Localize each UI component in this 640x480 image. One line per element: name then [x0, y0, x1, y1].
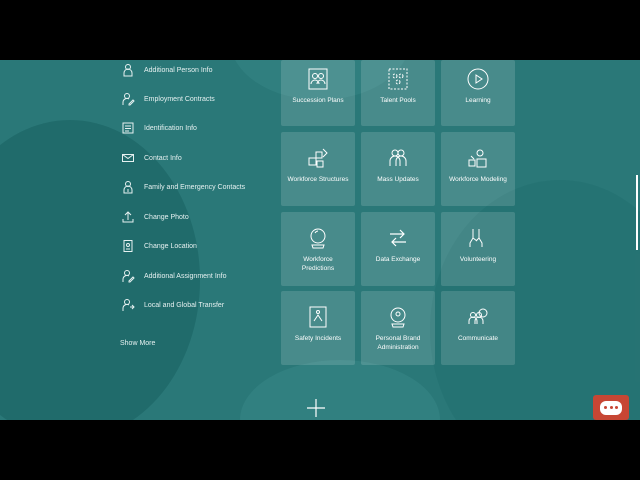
- personal-brand-icon: [386, 305, 410, 329]
- quick-action-label: Local and Global Transfer: [144, 301, 225, 309]
- chat-bubble-icon: [600, 400, 622, 415]
- tile-learning[interactable]: Learning: [441, 60, 515, 126]
- quick-action-label: Change Photo: [144, 213, 189, 221]
- tile-volunteering[interactable]: Volunteering: [441, 212, 515, 286]
- springboard-page: Additional Person Info Employment Contra…: [0, 60, 640, 420]
- tile-label: Succession Plans: [292, 97, 344, 104]
- upload-photo-icon: [120, 209, 136, 225]
- tile-succession-plans[interactable]: Succession Plans: [281, 60, 355, 126]
- tile-label: Communicate: [457, 335, 499, 342]
- envelope-icon: [120, 150, 136, 166]
- show-more-link[interactable]: Show More: [120, 340, 155, 347]
- quick-action-local-global-transfer[interactable]: Local and Global Transfer: [120, 294, 270, 316]
- tile-label: Data Exchange: [375, 256, 421, 263]
- safety-incident-icon: [306, 305, 330, 329]
- quick-action-label: Additional Person Info: [144, 66, 213, 74]
- quick-action-change-location[interactable]: Change Location: [120, 235, 270, 257]
- quick-action-label: Additional Assignment Info: [144, 272, 227, 280]
- tile-safety-incidents[interactable]: Safety Incidents: [281, 291, 355, 365]
- tile-label: Learning: [465, 97, 491, 104]
- tile-talent-pools[interactable]: Talent Pools: [361, 60, 435, 126]
- tile-workforce-predictions[interactable]: Workforce Predictions: [281, 212, 355, 286]
- quick-action-employment-contracts[interactable]: Employment Contracts: [120, 88, 270, 110]
- chat-button[interactable]: [593, 395, 629, 420]
- mass-updates-icon: [386, 146, 410, 170]
- succession-plans-icon: [306, 67, 330, 91]
- tile-label: Personal Brand Administration: [375, 335, 421, 351]
- learning-play-icon: [466, 67, 490, 91]
- location-badge-icon: [120, 238, 136, 254]
- tile-personal-brand-administration[interactable]: Personal Brand Administration: [361, 291, 435, 365]
- tile-communicate[interactable]: Communicate: [441, 291, 515, 365]
- tile-workforce-structures[interactable]: Workforce Structures: [281, 132, 355, 206]
- quick-action-additional-person-info[interactable]: Additional Person Info: [120, 60, 270, 81]
- tile-label: Volunteering: [459, 256, 497, 263]
- quick-action-label: Change Location: [144, 242, 197, 250]
- data-exchange-icon: [386, 226, 410, 250]
- person-edit-icon: [120, 91, 136, 107]
- person-add-icon: [120, 62, 136, 78]
- tile-label: Workforce Structures: [287, 176, 349, 183]
- quick-action-change-photo[interactable]: Change Photo: [120, 206, 270, 228]
- id-card-icon: [120, 120, 136, 136]
- transfer-person-icon: [120, 297, 136, 313]
- tile-label: Mass Updates: [377, 176, 419, 183]
- quick-action-label: Identification Info: [144, 124, 197, 132]
- tile-label: Workforce Predictions: [301, 256, 335, 272]
- add-icon[interactable]: [306, 398, 326, 418]
- workforce-modeling-icon: [466, 146, 490, 170]
- assignment-edit-icon: [120, 268, 136, 284]
- quick-action-label: Contact Info: [144, 154, 182, 162]
- quick-action-identification-info[interactable]: Identification Info: [120, 117, 270, 139]
- quick-action-label: Family and Emergency Contacts: [144, 183, 246, 191]
- family-contacts-icon: [120, 179, 136, 195]
- quick-action-family-emergency-contacts[interactable]: Family and Emergency Contacts: [120, 176, 270, 198]
- workforce-structures-icon: [306, 146, 330, 170]
- tile-label: Safety Incidents: [294, 335, 342, 342]
- quick-action-additional-assignment-info[interactable]: Additional Assignment Info: [120, 265, 270, 287]
- volunteering-hands-icon: [466, 226, 490, 250]
- scrollbar-thumb[interactable]: [636, 175, 638, 250]
- tile-mass-updates[interactable]: Mass Updates: [361, 132, 435, 206]
- talent-pools-icon: [386, 67, 410, 91]
- tile-label: Workforce Modeling: [449, 176, 507, 183]
- crystal-ball-icon: [306, 226, 330, 250]
- quick-action-contact-info[interactable]: Contact Info: [120, 147, 270, 169]
- tile-data-exchange[interactable]: Data Exchange: [361, 212, 435, 286]
- tile-label: Talent Pools: [380, 97, 416, 104]
- background-shape: [240, 360, 440, 420]
- communicate-people-icon: [466, 305, 490, 329]
- quick-action-label: Employment Contracts: [144, 95, 215, 103]
- tile-workforce-modeling[interactable]: Workforce Modeling: [441, 132, 515, 206]
